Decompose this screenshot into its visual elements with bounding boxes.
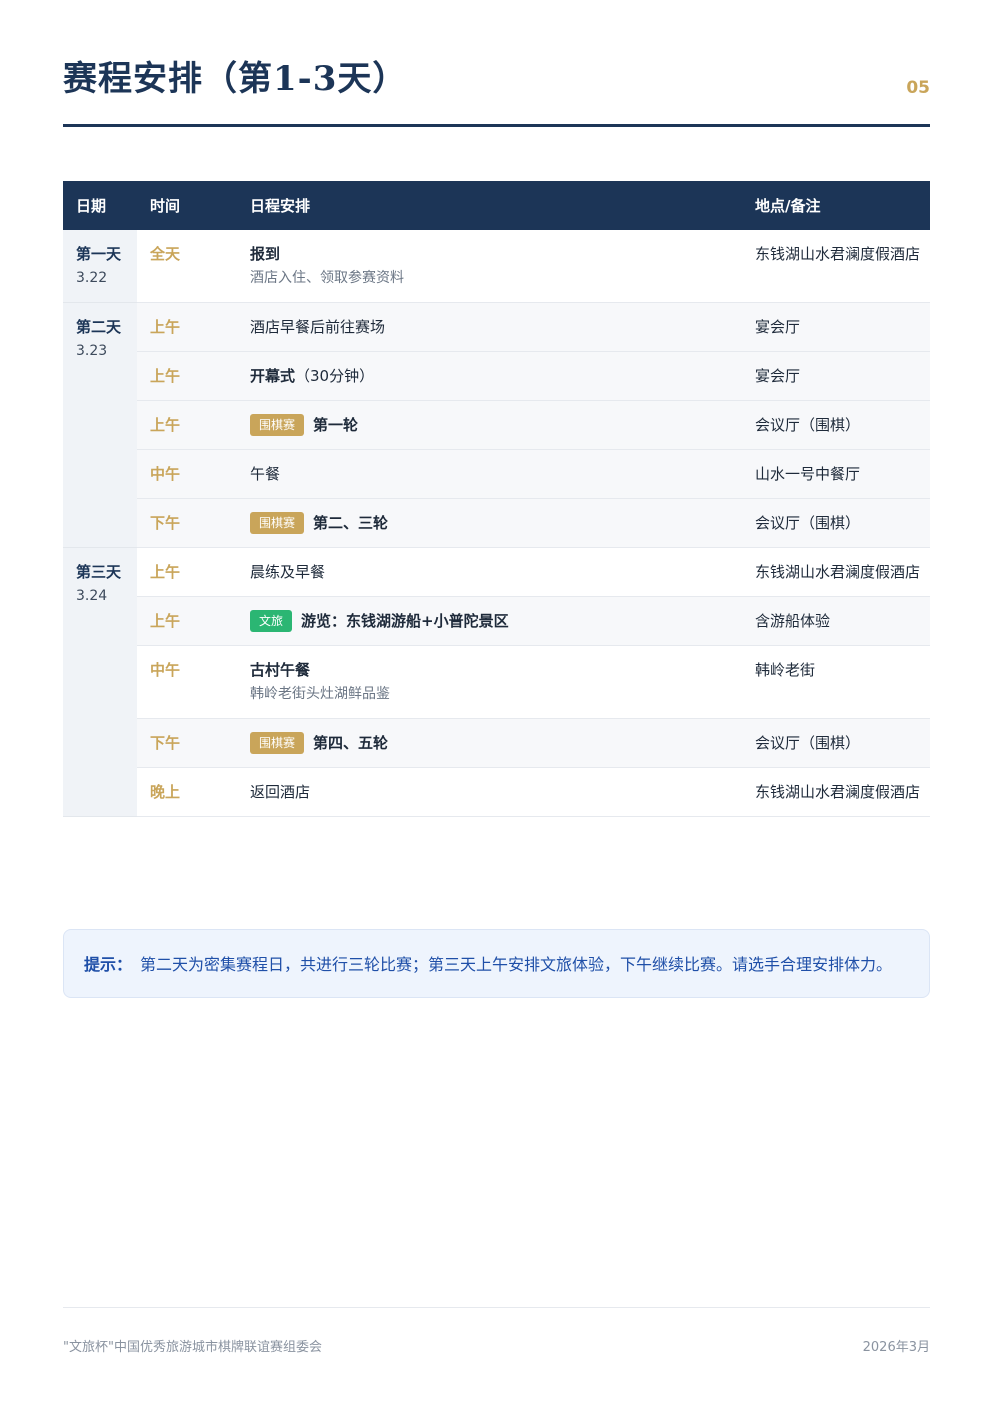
table-row: 上午 围棋赛 第一轮 会议厅（围棋） bbox=[63, 400, 930, 450]
table-row: 第二天 3.23 上午 酒店早餐后前往赛场 宴会厅 bbox=[63, 302, 930, 548]
location-cell: 东钱湖山水君澜度假酒店 bbox=[742, 547, 930, 597]
tip-box: 提示： 第二天为密集赛程日，共进行三轮比赛；第三天上午安排文旅体验，下午继续比赛。… bbox=[63, 929, 930, 998]
event-title: 第四、五轮 bbox=[313, 734, 389, 752]
event-cell: 古村午餐 韩岭老街头灶湖鲜品鉴 bbox=[237, 645, 742, 719]
event-title: 游览：东钱湖游船+小普陀景区 bbox=[301, 612, 509, 630]
schedule-table: 日期 时间 日程安排 地点/备注 第一天 3.22 全天 报到 酒店入住、领取参… bbox=[63, 181, 930, 817]
column-header-time: 时间 bbox=[137, 181, 237, 230]
location-cell: 东钱湖山水君澜度假酒店 bbox=[742, 767, 930, 817]
column-header-schedule: 日程安排 bbox=[237, 181, 742, 230]
location-cell: 含游船体验 bbox=[742, 596, 930, 646]
event-cell: 围棋赛 第四、五轮 bbox=[237, 718, 742, 768]
time-cell: 上午 bbox=[137, 547, 237, 597]
table-row: 晚上 返回酒店 东钱湖山水君澜度假酒店 bbox=[63, 767, 930, 817]
event-cell: 酒店早餐后前往赛场 bbox=[237, 302, 742, 352]
day-cell: 第二天 3.23 bbox=[63, 302, 137, 548]
event-cell: 报到 酒店入住、领取参赛资料 bbox=[237, 230, 742, 303]
event-subtitle: 酒店入住、领取参赛资料 bbox=[250, 270, 404, 286]
event-subtitle: 韩岭老街头灶湖鲜品鉴 bbox=[250, 686, 390, 702]
time-cell: 上午 bbox=[137, 351, 237, 401]
time-cell: 上午 bbox=[137, 302, 237, 352]
event-title: 古村午餐 bbox=[250, 661, 311, 679]
location-cell: 会议厅（围棋） bbox=[742, 718, 930, 768]
time-cell: 全天 bbox=[137, 230, 237, 303]
page-title: 赛程安排（第1-3天） bbox=[63, 59, 408, 99]
day-date: 3.23 bbox=[76, 343, 108, 359]
location-cell: 山水一号中餐厅 bbox=[742, 449, 930, 499]
day-cell: 第三天 3.24 bbox=[63, 547, 137, 817]
go-match-tag: 围棋赛 bbox=[250, 414, 305, 436]
table-row: 下午 围棋赛 第二、三轮 会议厅（围棋） bbox=[63, 498, 930, 548]
footer-date: 2026年3月 bbox=[862, 1340, 930, 1355]
time-cell: 晚上 bbox=[137, 767, 237, 817]
column-header-location: 地点/备注 bbox=[742, 181, 930, 230]
column-header-date: 日期 bbox=[63, 181, 137, 230]
event-duration: （30分钟） bbox=[295, 367, 375, 385]
event-title: 第二、三轮 bbox=[313, 514, 389, 532]
tip-text: 第二天为密集赛程日，共进行三轮比赛；第三天上午安排文旅体验，下午继续比赛。请选手… bbox=[140, 955, 893, 974]
table-row: 下午 围棋赛 第四、五轮 会议厅（围棋） bbox=[63, 718, 930, 768]
event-cell: 围棋赛 第一轮 bbox=[237, 400, 742, 450]
event-cell: 返回酒店 bbox=[237, 767, 742, 817]
table-row: 上午 文旅 游览：东钱湖游船+小普陀景区 含游船体验 bbox=[63, 596, 930, 646]
location-cell: 宴会厅 bbox=[742, 302, 930, 352]
time-cell: 中午 bbox=[137, 645, 237, 719]
day-name: 第一天 bbox=[76, 245, 122, 263]
event-cell: 午餐 bbox=[237, 449, 742, 499]
location-cell: 会议厅（围棋） bbox=[742, 400, 930, 450]
event-cell: 开幕式（30分钟） bbox=[237, 351, 742, 401]
table-row: 中午 午餐 山水一号中餐厅 bbox=[63, 449, 930, 499]
go-match-tag: 围棋赛 bbox=[250, 732, 305, 754]
event-cell: 晨练及早餐 bbox=[237, 547, 742, 597]
table-row: 第一天 3.22 全天 报到 酒店入住、领取参赛资料 东钱湖山水君澜度假酒店 bbox=[63, 230, 930, 303]
event-title: 开幕式 bbox=[250, 367, 296, 385]
time-cell: 中午 bbox=[137, 449, 237, 499]
culture-tour-tag: 文旅 bbox=[250, 610, 293, 632]
event-title: 晨练及早餐 bbox=[250, 563, 326, 581]
day-date: 3.22 bbox=[76, 270, 108, 286]
location-cell: 宴会厅 bbox=[742, 351, 930, 401]
event-cell: 围棋赛 第二、三轮 bbox=[237, 498, 742, 548]
day-name: 第二天 bbox=[76, 318, 122, 336]
event-title: 酒店早餐后前往赛场 bbox=[250, 318, 386, 336]
table-header-row: 日期 时间 日程安排 地点/备注 bbox=[63, 181, 930, 230]
page-number: 05 bbox=[906, 78, 930, 98]
event-title: 返回酒店 bbox=[250, 783, 311, 801]
go-match-tag: 围棋赛 bbox=[250, 512, 305, 534]
event-title: 第一轮 bbox=[313, 416, 359, 434]
table-row: 上午 开幕式（30分钟） 宴会厅 bbox=[63, 351, 930, 401]
time-cell: 下午 bbox=[137, 498, 237, 548]
day-date: 3.24 bbox=[76, 588, 108, 604]
time-cell: 上午 bbox=[137, 596, 237, 646]
footer-organizer: "文旅杯"中国优秀旅游城市棋牌联谊赛组委会 bbox=[63, 1340, 322, 1355]
event-title: 午餐 bbox=[250, 465, 281, 483]
location-cell: 东钱湖山水君澜度假酒店 bbox=[742, 230, 930, 303]
day-name: 第三天 bbox=[76, 563, 122, 581]
day-cell: 第一天 3.22 bbox=[63, 230, 137, 303]
tip-label: 提示： bbox=[84, 955, 133, 974]
time-cell: 上午 bbox=[137, 400, 237, 450]
event-cell: 文旅 游览：东钱湖游船+小普陀景区 bbox=[237, 596, 742, 646]
page: 赛程安排（第1-3天） 05 日期 时间 日程安排 地点/备注 第一天 3.22… bbox=[63, 0, 930, 1403]
table-row: 第三天 3.24 上午 晨练及早餐 东钱湖山水君澜度假酒店 bbox=[63, 547, 930, 817]
location-cell: 会议厅（围棋） bbox=[742, 498, 930, 548]
location-cell: 韩岭老街 bbox=[742, 645, 930, 719]
footer-divider bbox=[63, 1307, 930, 1308]
table-row: 中午 古村午餐 韩岭老街头灶湖鲜品鉴 韩岭老街 bbox=[63, 645, 930, 719]
time-cell: 下午 bbox=[137, 718, 237, 768]
event-title: 报到 bbox=[250, 245, 281, 263]
page-header: 赛程安排（第1-3天） 05 bbox=[63, 56, 930, 127]
